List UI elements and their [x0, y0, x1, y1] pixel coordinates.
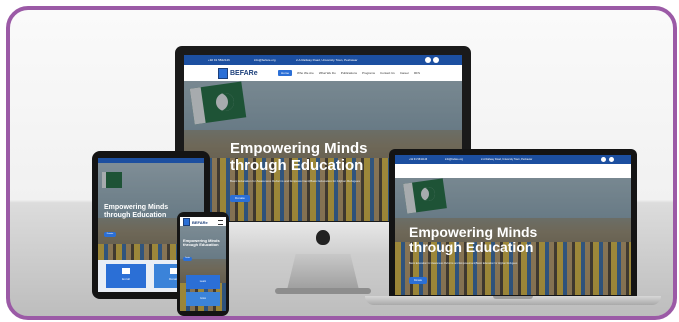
phone-logo[interactable]: BEFARe: [183, 218, 208, 226]
nav-career[interactable]: Career: [400, 71, 409, 75]
laptop-topbar: +92 91 5842146 info@befare.org 2-A Railw…: [395, 155, 631, 164]
laptop-hero-subtitle: Basic Education for Awareness Reforms an…: [409, 262, 518, 265]
tablet-hero-title: Empowering Minds through Education: [104, 204, 168, 219]
phone-hero-title-line2: through Education: [183, 242, 219, 248]
email-text: info@befare.org: [254, 58, 276, 62]
phone-logo-icon: [183, 218, 190, 226]
imac-navbar: BEFARe Home Who We Are What We Do Public…: [184, 65, 462, 81]
tablet-cta-button[interactable]: Donate: [104, 232, 116, 237]
laptop-cta-button[interactable]: Donate: [409, 277, 427, 284]
logo-icon: [218, 68, 228, 79]
phone-navbar: BEFARe: [180, 217, 226, 226]
phone-text: +92 91 5842146: [208, 58, 230, 62]
tablet-card-enroll-label: Enroll: [122, 277, 130, 281]
phone-logo-text: BEFARe: [192, 219, 208, 225]
nav-who-we-are[interactable]: Who We Are: [297, 71, 314, 75]
nav-what-we-do[interactable]: What We Do: [319, 71, 336, 75]
facebook-icon[interactable]: [425, 57, 431, 63]
hero-subtitle: Basic Education for Awareness Reforms an…: [230, 179, 360, 183]
image-frame: +92 91 5842146 info@befare.org 2-A Railw…: [6, 6, 677, 320]
main-nav: Home Who We Are What We Do Publications …: [278, 70, 420, 76]
tablet-hero-title-line1: Empowering Minds: [104, 204, 169, 211]
twitter-icon[interactable]: [433, 57, 439, 63]
hero-title: Empowering Minds through Education: [230, 140, 368, 174]
imac-stand: [287, 254, 359, 290]
phone-hero-title: Empowering Minds through Education: [183, 238, 220, 248]
phone-card-grow-label: Grow: [200, 297, 206, 300]
laptop-facebook-icon[interactable]: [601, 157, 606, 162]
phone-card-learn-label: Learn: [199, 280, 207, 283]
tablet-topbar: [98, 158, 204, 163]
laptop-navbar: [395, 164, 631, 178]
laptop-phone-text: +92 91 5842146: [409, 158, 428, 161]
laptop-hero-title-line2: through Education: [409, 239, 534, 256]
nav-home[interactable]: Home: [278, 70, 293, 76]
laptop-email-text: info@befare.org: [445, 158, 463, 161]
laptop-hero-title-line1: Empowering Minds: [409, 224, 538, 240]
nav-contact[interactable]: Contact Us: [380, 71, 395, 75]
laptop-device: +92 91 5842146 info@befare.org 2-A Railw…: [365, 149, 661, 307]
phone-card-grow[interactable]: Grow: [186, 292, 220, 306]
laptop-twitter-icon[interactable]: [609, 157, 614, 162]
hero-title-line2: through Education: [230, 156, 364, 174]
nav-publications[interactable]: Publications: [341, 71, 357, 75]
laptop-hero-title: Empowering Minds through Education: [409, 224, 538, 256]
phone-cta-button[interactable]: Donate: [183, 257, 192, 261]
book-icon: [122, 268, 130, 274]
laptop-screen: +92 91 5842146 info@befare.org 2-A Railw…: [395, 155, 631, 295]
imac-topbar: +92 91 5842146 info@befare.org 2-A Railw…: [184, 55, 462, 65]
phone-card-learn[interactable]: Learn: [186, 275, 220, 289]
phone-device: BEFARe Empowering Minds through Educatio…: [177, 212, 229, 316]
hamburger-menu-icon[interactable]: [218, 220, 223, 225]
laptop-notch: [493, 296, 533, 299]
nav-rfs[interactable]: RFS: [414, 71, 420, 75]
imac-base: [275, 288, 371, 294]
logo-text: BEFARe: [230, 70, 258, 77]
apple-logo-icon: [316, 230, 330, 245]
phone-screen: BEFARe Empowering Minds through Educatio…: [180, 217, 226, 311]
hero-cta-button[interactable]: Donate: [230, 195, 250, 202]
address-text: 2-A Railway Road, University Town, Pesha…: [296, 58, 358, 62]
tablet-hero-title-line2: through Education: [104, 211, 167, 219]
site-logo[interactable]: BEFARe: [218, 68, 258, 79]
nav-programs[interactable]: Programs: [362, 71, 375, 75]
laptop-address-text: 2-A Railway Road, University Town, Pesha…: [481, 158, 533, 161]
tablet-card-enroll[interactable]: Enroll: [106, 264, 146, 288]
hero-title-line1: Empowering Minds: [230, 140, 368, 157]
